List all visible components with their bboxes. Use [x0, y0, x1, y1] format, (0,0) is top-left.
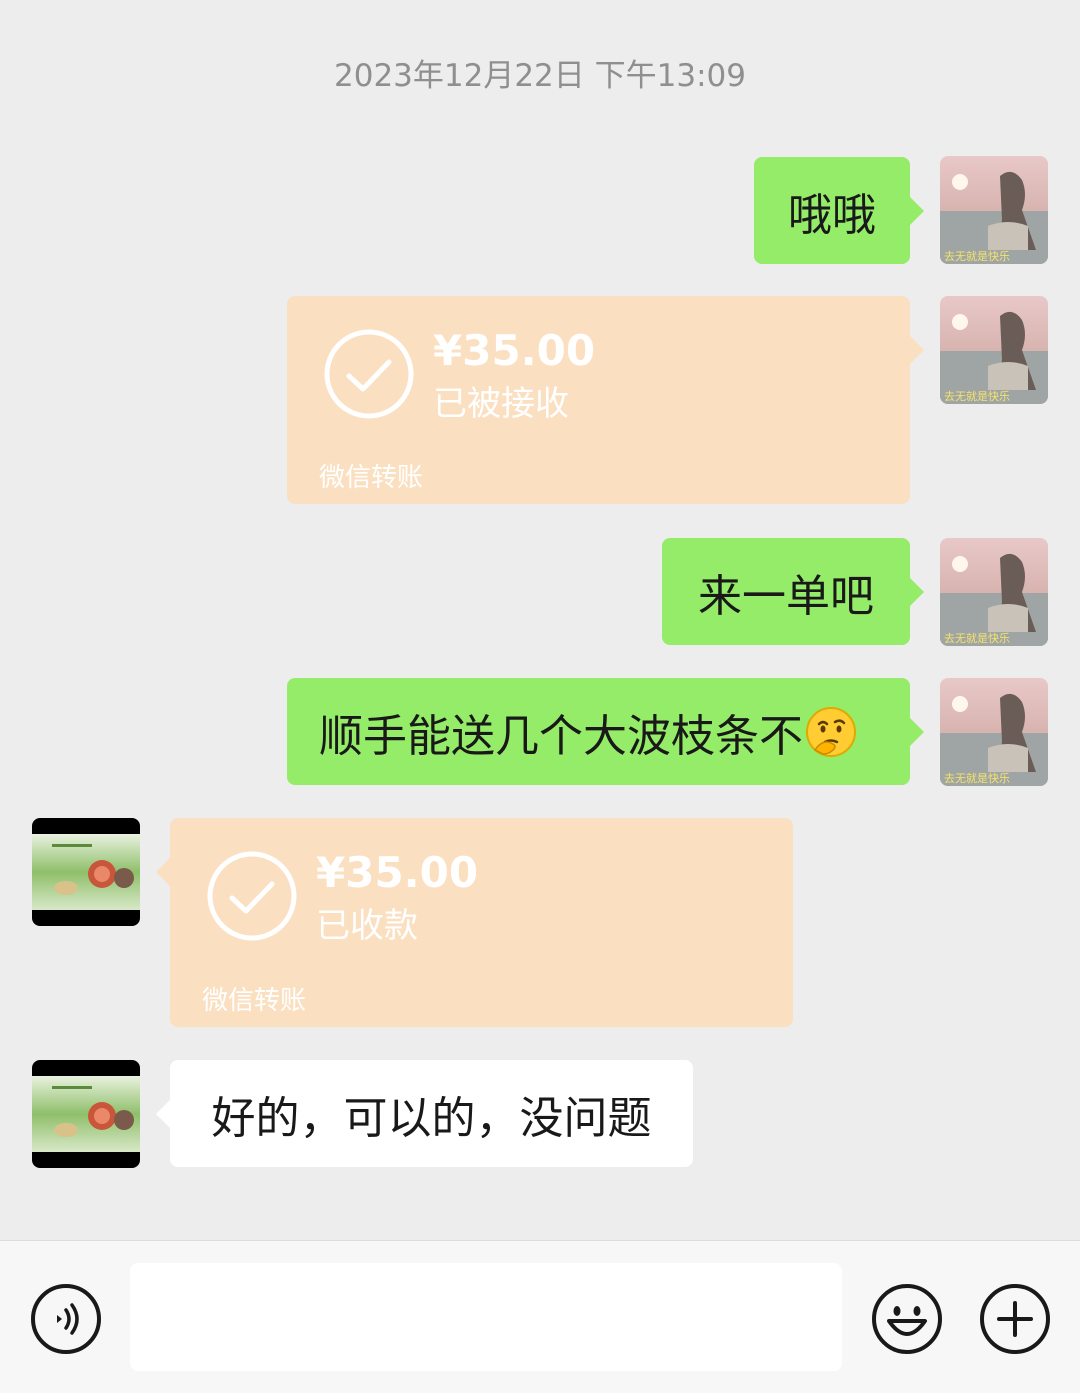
transfer-status: 已收款	[316, 906, 418, 946]
message-text: 顺手能送几个大波枝条不	[319, 710, 803, 762]
check-circle-icon	[324, 329, 414, 419]
emoji-button[interactable]	[871, 1283, 943, 1355]
message-timestamp: 2023年12月22日 下午13:09	[334, 58, 746, 94]
svg-text:去无就是快乐: 去无就是快乐	[944, 631, 1010, 645]
outgoing-text-bubble[interactable]: 来一单吧	[662, 538, 924, 645]
transfer-label: 微信转账	[319, 463, 424, 493]
voice-button[interactable]	[30, 1283, 102, 1355]
outgoing-transfer-card[interactable]: ¥35.00 已被接收 微信转账	[287, 296, 924, 504]
check-circle-icon	[207, 851, 297, 941]
incoming-transfer-card[interactable]: ¥35.00 已收款 微信转账	[156, 818, 793, 1027]
incoming-text-bubble[interactable]: 好的，可以的，没问题	[156, 1060, 693, 1167]
message-input[interactable]	[130, 1263, 842, 1371]
transfer-amount: ¥35.00	[433, 326, 596, 375]
smiley-icon	[872, 1284, 942, 1354]
my-avatar[interactable]: 去无就是快乐	[940, 296, 1048, 404]
transfer-label: 微信转账	[202, 986, 307, 1016]
contact-avatar[interactable]	[32, 818, 140, 926]
message-text: 哦哦	[788, 189, 876, 241]
chat-screen: 2023年12月22日 下午13:09 哦哦 去无就是快乐 ¥35.00 已被接…	[0, 0, 1080, 1393]
plus-icon	[980, 1284, 1050, 1354]
transfer-amount: ¥35.00	[316, 848, 479, 897]
input-bar	[0, 1240, 1080, 1393]
message-text: 好的，可以的，没问题	[211, 1092, 652, 1144]
thinking-face-emoji	[806, 706, 856, 757]
svg-text:去无就是快乐: 去无就是快乐	[944, 389, 1010, 403]
outgoing-text-bubble[interactable]: 顺手能送几个大波枝条不	[287, 678, 924, 785]
voice-icon	[31, 1284, 101, 1354]
my-avatar[interactable]: 去无就是快乐	[940, 538, 1048, 646]
my-avatar[interactable]: 去无就是快乐	[940, 156, 1048, 264]
my-avatar-image: 去无就是快乐	[940, 296, 1048, 404]
contact-avatar-image	[32, 818, 140, 926]
my-avatar-image: 去无就是快乐	[940, 538, 1048, 646]
contact-avatar-image	[32, 1060, 140, 1168]
svg-text:去无就是快乐: 去无就是快乐	[944, 771, 1010, 785]
more-button[interactable]	[979, 1283, 1051, 1355]
outgoing-text-bubble[interactable]: 哦哦	[754, 157, 924, 264]
my-avatar[interactable]: 去无就是快乐	[940, 678, 1048, 786]
transfer-status: 已被接收	[433, 384, 569, 424]
message-text: 来一单吧	[698, 570, 874, 622]
contact-avatar[interactable]	[32, 1060, 140, 1168]
my-avatar-image: 去无就是快乐	[940, 156, 1048, 264]
my-avatar-image: 去无就是快乐	[940, 678, 1048, 786]
svg-text:去无就是快乐: 去无就是快乐	[944, 249, 1010, 263]
